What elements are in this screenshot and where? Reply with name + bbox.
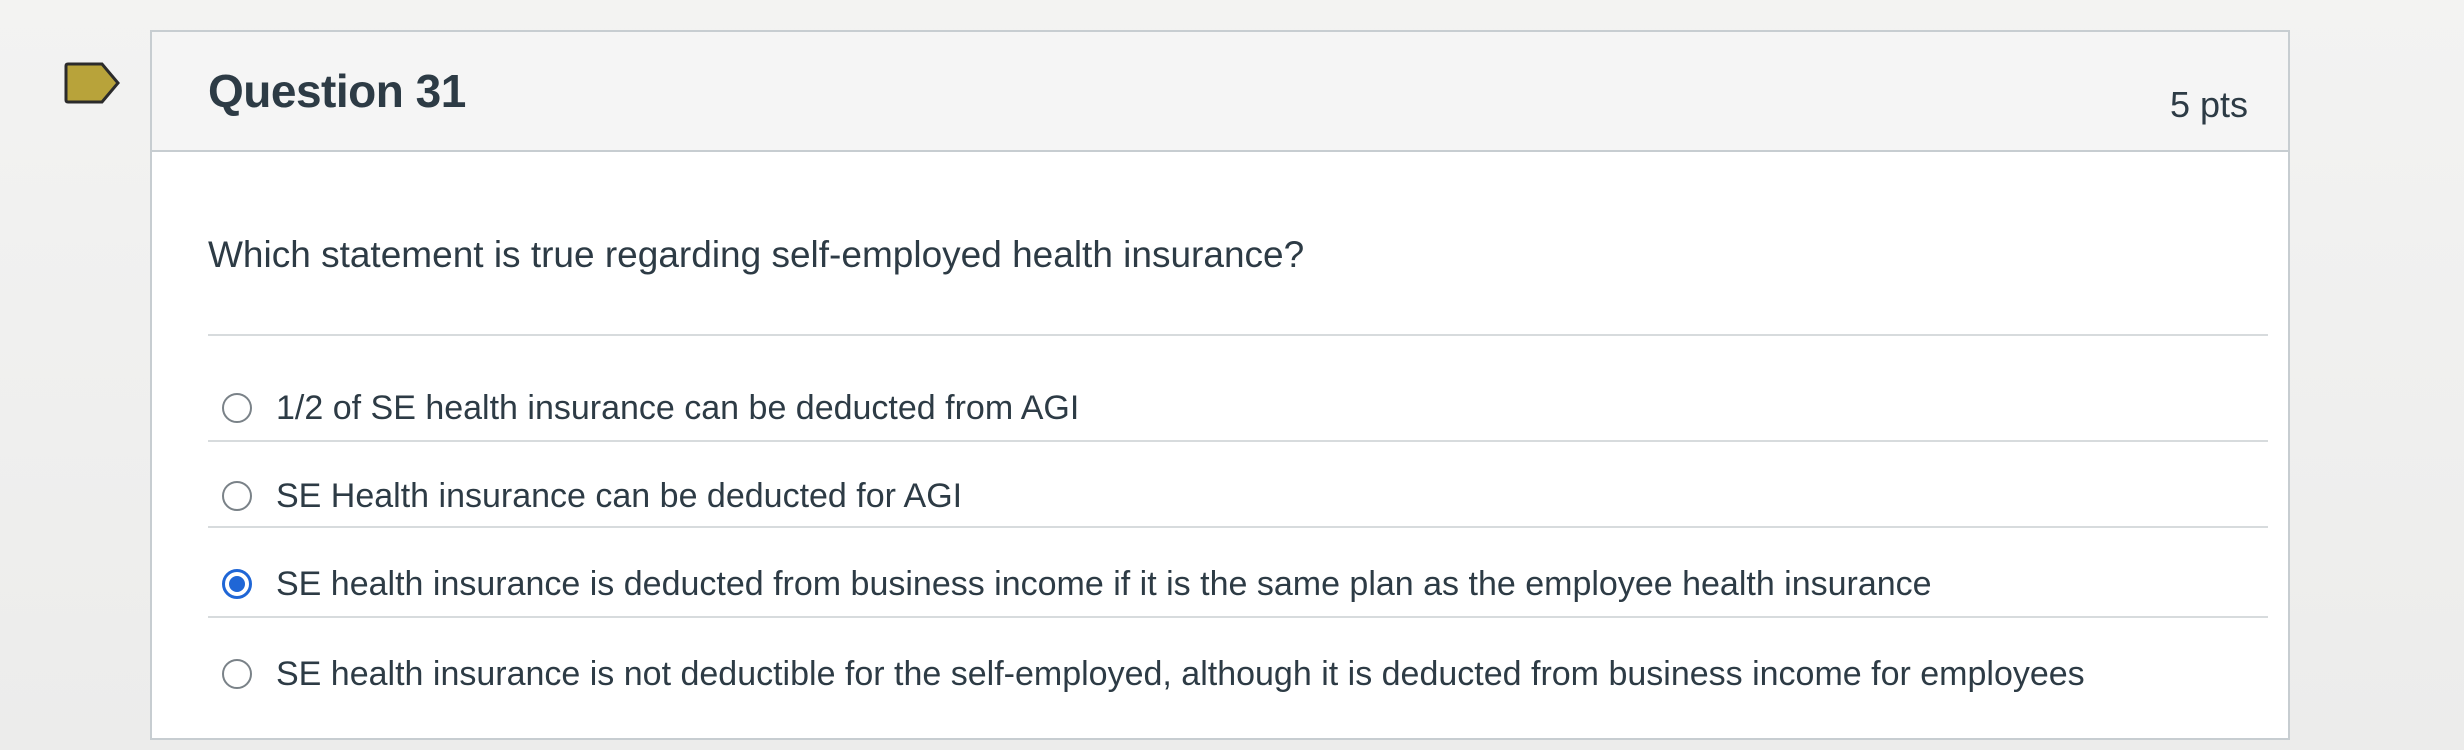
answer-label: SE health insurance is deducted from bus… — [276, 564, 1932, 603]
answer-divider — [208, 526, 2268, 528]
question-points: 5 pts — [2169, 84, 2248, 125]
answer-label: 1/2 of SE health insurance can be deduct… — [276, 388, 1080, 427]
question-header: Question 31 5 pts — [152, 32, 2288, 152]
answer-label: SE health insurance is not deductible fo… — [276, 654, 2085, 693]
question-card: Question 31 5 pts Which statement is tru… — [150, 30, 2290, 740]
question-divider — [208, 334, 2268, 336]
quiz-page: Question 31 5 pts Which statement is tru… — [0, 0, 2464, 750]
answer-option-4[interactable]: SE health insurance is not deductible fo… — [222, 644, 2085, 704]
radio-button-selected[interactable] — [222, 569, 252, 599]
radio-button[interactable] — [222, 481, 252, 511]
answer-label: SE Health insurance can be deducted for … — [276, 476, 963, 515]
question-text: Which statement is true regarding self-e… — [208, 234, 1305, 275]
answer-option-1[interactable]: 1/2 of SE health insurance can be deduct… — [222, 378, 1079, 438]
radio-button[interactable] — [222, 393, 252, 423]
answer-option-2[interactable]: SE Health insurance can be deducted for … — [222, 466, 962, 526]
flag-icon[interactable] — [64, 62, 120, 104]
question-title: Question 31 — [208, 65, 466, 117]
answer-divider — [208, 440, 2268, 442]
answer-option-3[interactable]: SE health insurance is deducted from bus… — [222, 554, 1932, 614]
answer-divider — [208, 616, 2268, 618]
radio-button[interactable] — [222, 659, 252, 689]
